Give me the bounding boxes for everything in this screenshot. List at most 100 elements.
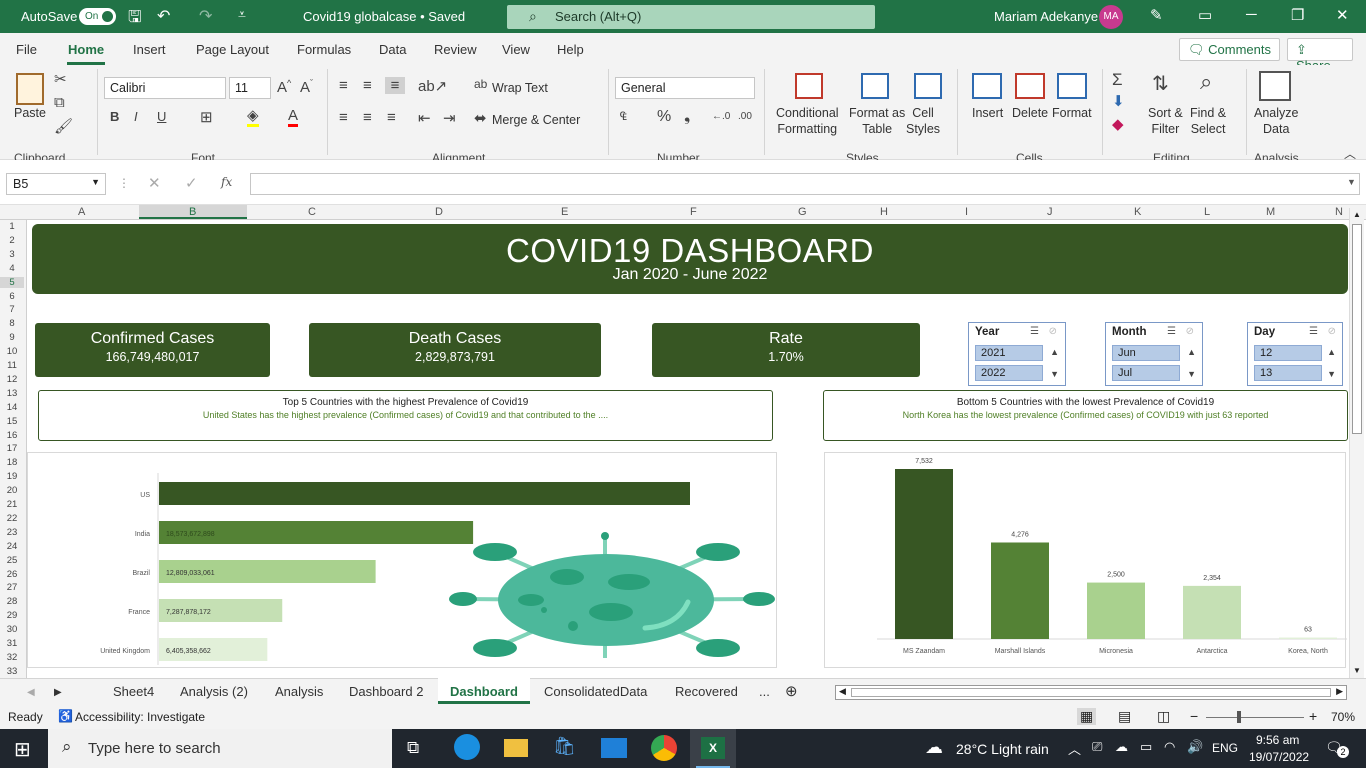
wrap-text-icon[interactable]: ab	[474, 77, 487, 91]
kpi-death-cases[interactable]: Death Cases 2,829,873,791	[309, 323, 601, 377]
row-header[interactable]: 31	[0, 638, 24, 649]
mail-icon[interactable]	[601, 738, 627, 758]
scroll-up-icon[interactable]: ▲	[1327, 347, 1336, 357]
undo-icon[interactable]: ↶	[157, 6, 170, 26]
restore-icon[interactable]: ❐	[1291, 6, 1304, 24]
align-top-icon[interactable]: ≡	[339, 77, 348, 94]
underline-icon[interactable]: U	[157, 109, 166, 124]
kpi-rate[interactable]: Rate 1.70%	[652, 323, 920, 377]
multi-select-icon[interactable]: ☰	[1167, 326, 1176, 337]
cut-icon[interactable]: ✂	[54, 70, 67, 88]
bold-icon[interactable]: B	[110, 109, 119, 124]
column-header[interactable]: H	[880, 206, 888, 218]
tab-insert[interactable]: Insert	[133, 42, 166, 57]
meet-now-icon[interactable]: ⎚	[1092, 739, 1102, 755]
more-sheets-button[interactable]: ...	[757, 684, 772, 699]
align-right-icon[interactable]: ≡	[387, 109, 396, 126]
row-header[interactable]: 33	[0, 666, 24, 677]
language-indicator[interactable]: ENG	[1212, 741, 1238, 755]
increase-decimal-icon[interactable]: ←.0	[712, 111, 730, 122]
scroll-thumb[interactable]	[1352, 224, 1362, 434]
row-header[interactable]: 12	[0, 374, 24, 385]
font-size-select[interactable]: 11	[229, 77, 271, 99]
weather-text[interactable]: 28°C Light rain	[956, 741, 1049, 757]
sheet-tab[interactable]: Dashboard 2	[347, 684, 425, 699]
sheet-tab-dashboard[interactable]: Dashboard	[448, 684, 520, 699]
comma-icon[interactable]: ❟	[684, 108, 690, 126]
column-header[interactable]: G	[798, 206, 807, 218]
find-select-button[interactable]: Find & Select	[1190, 105, 1226, 137]
copy-icon[interactable]: ⧉	[54, 94, 65, 111]
tab-formulas[interactable]: Formulas	[297, 42, 351, 57]
row-header[interactable]: 7	[0, 304, 24, 315]
slicer-item[interactable]: Jul	[1112, 365, 1180, 381]
column-header[interactable]: J	[1047, 206, 1053, 218]
font-color-icon[interactable]: A	[288, 108, 299, 127]
edge-icon[interactable]	[454, 734, 480, 760]
percent-icon[interactable]: %	[657, 108, 671, 126]
clear-filter-icon[interactable]: ⊘	[1049, 326, 1057, 337]
taskbar-search[interactable]: ⌕ Type here to search	[48, 729, 392, 768]
align-middle-icon[interactable]: ≡	[363, 77, 372, 94]
zoom-level[interactable]: 70%	[1331, 710, 1355, 724]
scroll-thumb[interactable]	[851, 688, 1331, 697]
volume-icon[interactable]: 🔊	[1187, 739, 1203, 755]
merge-icon[interactable]: ⬌	[474, 109, 487, 127]
sheet-tab[interactable]: ConsolidatedData	[542, 684, 649, 699]
close-icon[interactable]: ✕	[1336, 6, 1349, 24]
add-sheet-icon[interactable]: ⊕	[783, 682, 800, 700]
sheet-tab[interactable]: Recovered	[673, 684, 740, 699]
clock-time[interactable]: 9:56 am	[1256, 733, 1299, 747]
multi-select-icon[interactable]: ☰	[1309, 326, 1318, 337]
increase-font-icon[interactable]: A^	[277, 78, 291, 96]
row-header[interactable]: 3	[0, 249, 24, 260]
name-box[interactable]: B5 ▼	[6, 173, 106, 195]
font-name-select[interactable]: Calibri	[104, 77, 226, 99]
cell-styles-button[interactable]: Cell Styles	[906, 105, 940, 137]
slicer-item[interactable]: 2021	[975, 345, 1043, 361]
orientation-icon[interactable]: ab↗	[418, 77, 447, 95]
ribbon-display-icon[interactable]: ▭	[1198, 6, 1212, 24]
column-header[interactable]: A	[78, 206, 85, 218]
scroll-down-icon[interactable]: ▼	[1050, 369, 1059, 379]
row-header[interactable]: 22	[0, 513, 24, 524]
next-sheet-icon[interactable]: ▶	[52, 687, 64, 698]
align-bottom-icon[interactable]: ≡	[385, 77, 405, 94]
zoom-in-icon[interactable]: +	[1309, 708, 1317, 724]
row-header[interactable]: 14	[0, 402, 24, 413]
row-header[interactable]: 4	[0, 263, 24, 274]
row-header[interactable]: 17	[0, 443, 24, 454]
scroll-down-icon[interactable]: ▼	[1327, 369, 1336, 379]
row-header[interactable]: 5	[0, 276, 24, 288]
scroll-up-icon[interactable]: ▲	[1187, 347, 1196, 357]
column-header[interactable]: D	[435, 206, 443, 218]
fill-color-icon[interactable]: ◈	[247, 108, 259, 127]
row-header[interactable]: 8	[0, 318, 24, 329]
row-header[interactable]: 30	[0, 624, 24, 635]
row-header[interactable]: 27	[0, 582, 24, 593]
tab-data[interactable]: Data	[379, 42, 406, 57]
tab-help[interactable]: Help	[557, 42, 584, 57]
wrap-text-button[interactable]: Wrap Text	[492, 80, 548, 96]
row-header[interactable]: 15	[0, 416, 24, 427]
share-button[interactable]: ⇪ Share	[1287, 38, 1353, 73]
slicer-item[interactable]: 2022	[975, 365, 1043, 381]
scroll-down-icon[interactable]: ▼	[1353, 666, 1361, 675]
row-header[interactable]: 32	[0, 652, 24, 663]
column-header[interactable]: M	[1266, 206, 1275, 218]
zoom-slider[interactable]	[1206, 717, 1304, 718]
zoom-slider-thumb[interactable]	[1237, 711, 1241, 723]
column-header[interactable]: E	[561, 206, 568, 218]
italic-icon[interactable]: I	[134, 109, 138, 124]
store-icon[interactable]: 🛍	[553, 736, 576, 757]
slicer-item[interactable]: Jun	[1112, 345, 1180, 361]
bottom5-chart[interactable]: 7,532 MS Zaandam 4,276 Marshall Islands 2,50…	[824, 452, 1347, 668]
paste-icon[interactable]	[16, 73, 44, 105]
task-view-icon[interactable]: ⧉	[407, 738, 419, 758]
row-header[interactable]: 11	[0, 360, 24, 371]
file-explorer-icon[interactable]	[504, 739, 528, 757]
tab-file[interactable]: File	[16, 42, 37, 57]
row-header[interactable]: 21	[0, 499, 24, 510]
battery-icon[interactable]: ▭	[1140, 739, 1152, 755]
decrease-decimal-icon[interactable]: .00	[738, 111, 752, 122]
